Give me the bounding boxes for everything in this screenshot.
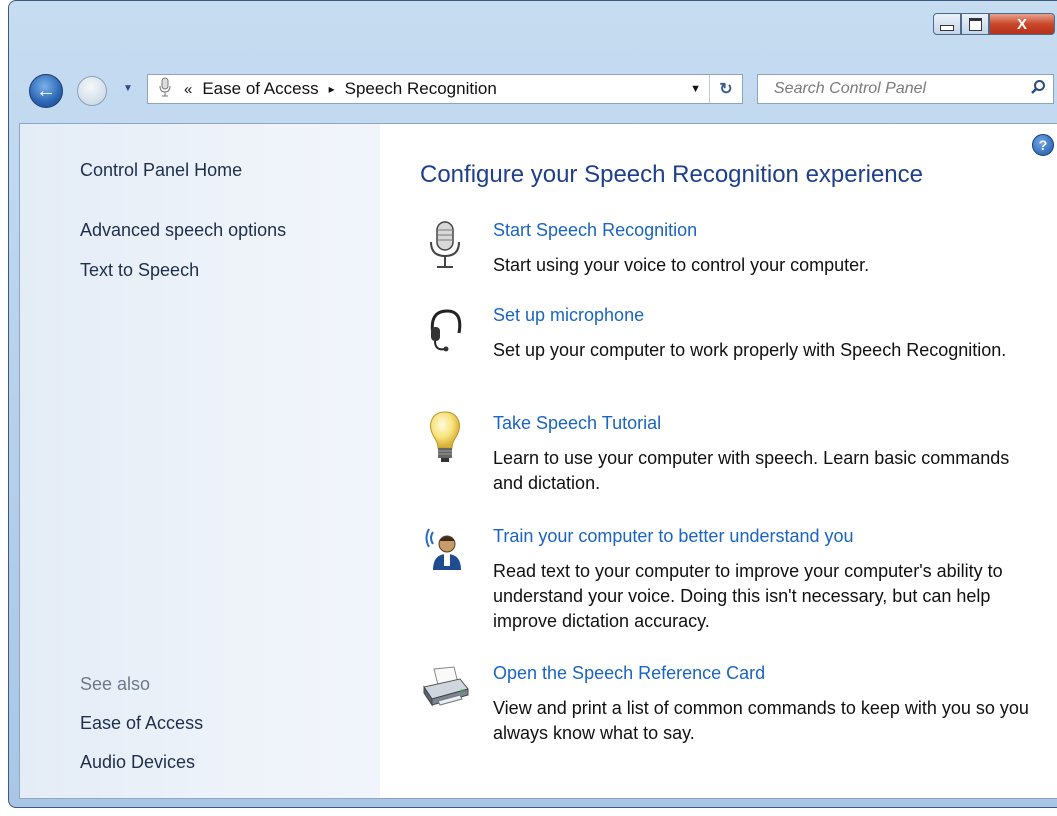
- microphone-icon: [420, 220, 470, 270]
- text-to-speech-link[interactable]: Text to Speech: [80, 260, 199, 281]
- headset-icon: [420, 305, 470, 355]
- advanced-speech-options-link[interactable]: Advanced speech options: [80, 220, 286, 241]
- address-microphone-icon: [154, 77, 176, 102]
- minimize-button[interactable]: [933, 13, 961, 35]
- close-button[interactable]: X: [989, 13, 1055, 35]
- help-glyph: ?: [1038, 137, 1048, 153]
- minimize-icon: [940, 25, 954, 31]
- refresh-button[interactable]: ↻: [709, 75, 742, 103]
- task-description: Learn to use your computer with speech. …: [493, 448, 1010, 493]
- lightbulb-icon: [420, 411, 470, 463]
- chevron-down-icon: ▼: [123, 83, 133, 94]
- audio-devices-link[interactable]: Audio Devices: [80, 752, 195, 773]
- help-icon[interactable]: ?: [1032, 134, 1054, 156]
- breadcrumb-speech-recognition[interactable]: Speech Recognition: [345, 79, 497, 99]
- ease-of-access-link[interactable]: Ease of Access: [80, 713, 203, 734]
- address-bar[interactable]: « Ease of Access ▸ Speech Recognition ▼ …: [147, 74, 743, 104]
- train-computer-link[interactable]: Train your computer to better understand…: [493, 526, 854, 547]
- breadcrumb-ease-of-access[interactable]: Ease of Access: [202, 79, 318, 99]
- breadcrumb-separator-icon[interactable]: ▸: [329, 82, 335, 96]
- start-speech-recognition-link[interactable]: Start Speech Recognition: [493, 220, 697, 241]
- printer-icon: [420, 663, 470, 713]
- forward-button[interactable]: →: [77, 76, 107, 106]
- recent-pages-dropdown[interactable]: ▼: [123, 83, 133, 94]
- left-pane: Control Panel Home Advanced speech optio…: [20, 124, 380, 798]
- control-panel-home-link[interactable]: Control Panel Home: [80, 160, 242, 181]
- speaking-person-icon: [420, 526, 470, 576]
- caption-buttons: X: [933, 13, 1055, 35]
- search-input[interactable]: [772, 79, 1023, 99]
- title-bar[interactable]: X: [9, 1, 1057, 61]
- see-also-heading: See also: [80, 674, 151, 694]
- maximize-button[interactable]: [961, 13, 989, 35]
- open-speech-reference-card-link[interactable]: Open the Speech Reference Card: [493, 663, 765, 684]
- close-icon: X: [1016, 15, 1027, 33]
- breadcrumb-overflow-chevron[interactable]: «: [184, 81, 192, 98]
- content-area: Control Panel Home Advanced speech optio…: [19, 123, 1057, 799]
- task-description: Start using your voice to control your c…: [493, 255, 870, 275]
- task-description: View and print a list of common commands…: [493, 698, 1029, 743]
- search-icon[interactable]: [1023, 79, 1053, 100]
- control-panel-window: X ← → ▼ « Ease of Access ▸ Speech Recogn…: [8, 0, 1057, 808]
- back-button[interactable]: ←: [29, 74, 63, 108]
- take-speech-tutorial-link[interactable]: Take Speech Tutorial: [493, 413, 661, 434]
- page-title: Configure your Speech Recognition experi…: [420, 161, 923, 188]
- task-description: Set up your computer to work properly wi…: [493, 340, 1007, 360]
- maximize-icon: [968, 17, 982, 31]
- main-pane: ? Configure your Speech Recognition expe…: [380, 124, 1057, 798]
- set-up-microphone-link[interactable]: Set up microphone: [493, 305, 644, 326]
- search-box[interactable]: [757, 74, 1054, 104]
- back-arrow-icon: ←: [36, 79, 56, 102]
- task-description: Read text to your computer to improve yo…: [493, 561, 1003, 631]
- forward-arrow-icon: →: [84, 82, 100, 99]
- address-dropdown-icon[interactable]: ▼: [690, 83, 701, 95]
- refresh-icon: ↻: [719, 81, 733, 98]
- navigation-bar: ← → ▼ « Ease of Access ▸ Speech Recognit…: [9, 67, 1057, 113]
